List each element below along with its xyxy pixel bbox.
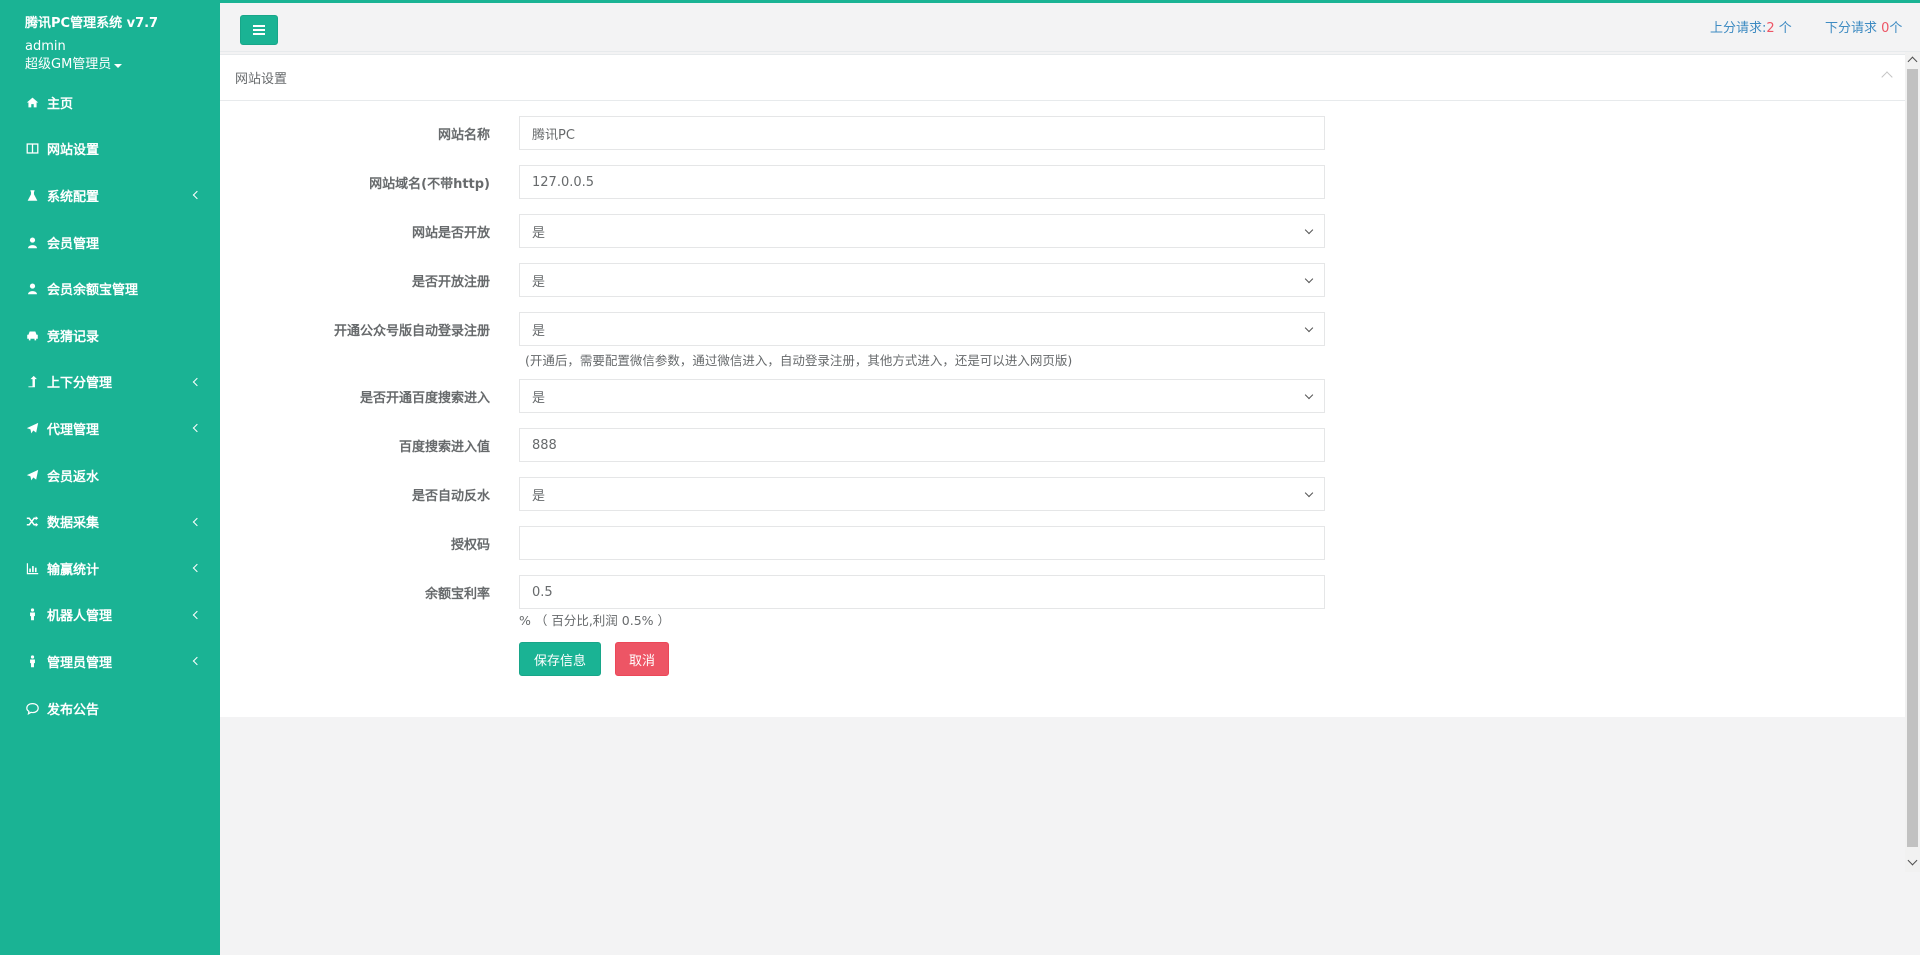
domain-input[interactable]: 127.0.0.5 [519, 165, 1325, 199]
chevron-left-icon [192, 657, 202, 666]
scroll-up-icon[interactable] [1907, 56, 1918, 67]
flask-icon [25, 188, 39, 202]
field-label: 是否开放注册 [411, 275, 490, 290]
scrollbar-thumb[interactable] [1907, 69, 1918, 847]
sidebar-item-label: 代理管理 [47, 422, 100, 438]
random-icon [25, 515, 39, 529]
sidebar-item-agents[interactable]: 代理管理 [0, 405, 220, 452]
vertical-scrollbar[interactable] [1905, 52, 1920, 872]
sidebar-item-label: 网站设置 [47, 143, 100, 159]
level-up-icon [25, 375, 39, 389]
sidebar-item-admins[interactable]: 管理员管理 [0, 638, 220, 685]
sidebar-item-label: 系统配置 [47, 189, 100, 205]
down-requests-label: 下分请求 [1825, 21, 1882, 36]
scroll-down-icon[interactable] [1907, 855, 1918, 866]
chevron-left-icon [192, 191, 202, 200]
auth-code-input[interactable] [519, 526, 1325, 560]
site-open-select[interactable]: 是 [519, 214, 1325, 248]
field-label: 开通公众号版自动登录注册 [333, 324, 490, 339]
sidebar-item-label: 上下分管理 [47, 376, 113, 392]
save-button[interactable]: 保存信息 [519, 642, 601, 676]
app-title: 腾讯PC管理系统 v7.7 [25, 16, 159, 31]
user-icon [25, 282, 39, 296]
columns-icon [25, 142, 39, 156]
interest-rate-input[interactable]: 0.5 [519, 575, 1325, 609]
sidebar-item-rebate[interactable]: 会员返水 [0, 452, 220, 499]
settings-panel: 网站设置 网站名称 腾讯PC 网站域名(不带http) 127.0.0.5 网站… [220, 54, 1905, 717]
cancel-button[interactable]: 取消 [615, 642, 669, 676]
baidu-search-select[interactable]: 是 [519, 379, 1325, 413]
sidebar-item-label: 管理员管理 [47, 655, 113, 671]
car-icon [25, 328, 39, 342]
username: admin [25, 39, 66, 54]
bar-chart-icon [25, 561, 39, 575]
menu-toggle-button[interactable] [240, 15, 278, 45]
up-requests-unit: 个 [1774, 21, 1792, 36]
sidebar-item-label: 机器人管理 [47, 609, 113, 625]
paper-plane-icon [25, 468, 39, 482]
sidebar-item-data-collection[interactable]: 数据采集 [0, 498, 220, 545]
sidebar-item-site-settings[interactable]: 网站设置 [0, 126, 220, 173]
help-text: (开通后，需要配置微信参数，通过微信进入，自动登录注册，其他方式进入，还是可以进… [525, 353, 1073, 368]
chevron-left-icon [192, 563, 202, 573]
user-icon [25, 235, 39, 249]
field-label: 网站域名(不带http) [369, 177, 490, 192]
help-text: % （ 百分比,利润 0.5% ） [519, 613, 671, 628]
field-label: 网站名称 [437, 128, 490, 143]
sidebar-item-label: 会员余额宝管理 [47, 283, 139, 299]
sidebar-item-home[interactable]: 主页 [0, 79, 220, 126]
panel-title: 网站设置 [235, 72, 288, 87]
sidebar: 腾讯PC管理系统 v7.7 admin 超级GM管理员 主页 网站设置 系统配置… [0, 0, 220, 955]
role-dropdown[interactable]: 超级GM管理员 [25, 56, 123, 73]
paper-plane-icon [25, 421, 39, 435]
sidebar-item-member-balance[interactable]: 会员余额宝管理 [0, 265, 220, 312]
male-icon [25, 654, 39, 668]
home-icon [25, 95, 39, 109]
sidebar-item-label: 输赢统计 [47, 562, 100, 578]
sidebar-item-label: 发布公告 [47, 702, 100, 718]
sidebar-item-label: 数据采集 [47, 516, 100, 532]
wechat-auto-login-select[interactable]: 是 [519, 312, 1325, 346]
chevron-left-icon [192, 424, 202, 433]
field-label: 百度搜索进入值 [398, 440, 490, 455]
sidebar-item-robots[interactable]: 机器人管理 [0, 592, 220, 639]
field-label: 授权码 [450, 538, 490, 553]
comment-icon [25, 701, 39, 715]
up-credit-requests-link[interactable]: 上分请求:2 个 [1710, 17, 1792, 36]
field-label: 余额宝利率 [424, 587, 490, 602]
sidebar-item-credit-management[interactable]: 上下分管理 [0, 359, 220, 406]
chevron-left-icon [192, 377, 202, 387]
site-name-input[interactable]: 腾讯PC [519, 116, 1325, 150]
chevron-up-icon[interactable] [1881, 71, 1893, 83]
panel-header: 网站设置 [220, 55, 1905, 101]
sidebar-nav: 主页 网站设置 系统配置 会员管理 会员余额宝管理 竞猜记录 上下分管理 代理管… [0, 79, 220, 731]
caret-down-icon [114, 63, 123, 68]
down-requests-unit: 个 [1889, 21, 1903, 36]
sidebar-item-announcements[interactable]: 发布公告 [0, 685, 220, 732]
sidebar-item-statistics[interactable]: 输赢统计 [0, 545, 220, 592]
registration-select[interactable]: 是 [519, 263, 1325, 297]
sidebar-item-members[interactable]: 会员管理 [0, 219, 220, 266]
role-label: 超级GM管理员 [25, 57, 112, 72]
top-navbar: 上分请求:2 个 下分请求 0个 [220, 0, 1920, 52]
baidu-value-input[interactable]: 888 [519, 428, 1325, 462]
up-requests-label: 上分请求: [1710, 21, 1767, 36]
profile: 腾讯PC管理系统 v7.7 admin 超级GM管理员 [0, 0, 220, 79]
auto-rebate-select[interactable]: 是 [519, 477, 1325, 511]
sidebar-item-label: 主页 [47, 96, 74, 112]
field-label: 是否自动反水 [411, 489, 490, 504]
sidebar-item-label: 竞猜记录 [47, 329, 100, 345]
up-requests-count: 2 [1766, 21, 1775, 36]
male-icon [25, 608, 39, 622]
field-label: 网站是否开放 [411, 226, 490, 241]
down-credit-requests-link[interactable]: 下分请求 0个 [1825, 17, 1902, 36]
sidebar-item-bet-records[interactable]: 竞猜记录 [0, 312, 220, 359]
field-label: 是否开通百度搜索进入 [359, 391, 490, 406]
sidebar-item-label: 会员返水 [47, 469, 100, 485]
sidebar-item-system-config[interactable]: 系统配置 [0, 172, 220, 219]
sidebar-item-label: 会员管理 [47, 236, 100, 252]
bars-icon [253, 29, 265, 31]
chevron-left-icon [192, 610, 202, 620]
chevron-left-icon [192, 517, 202, 526]
